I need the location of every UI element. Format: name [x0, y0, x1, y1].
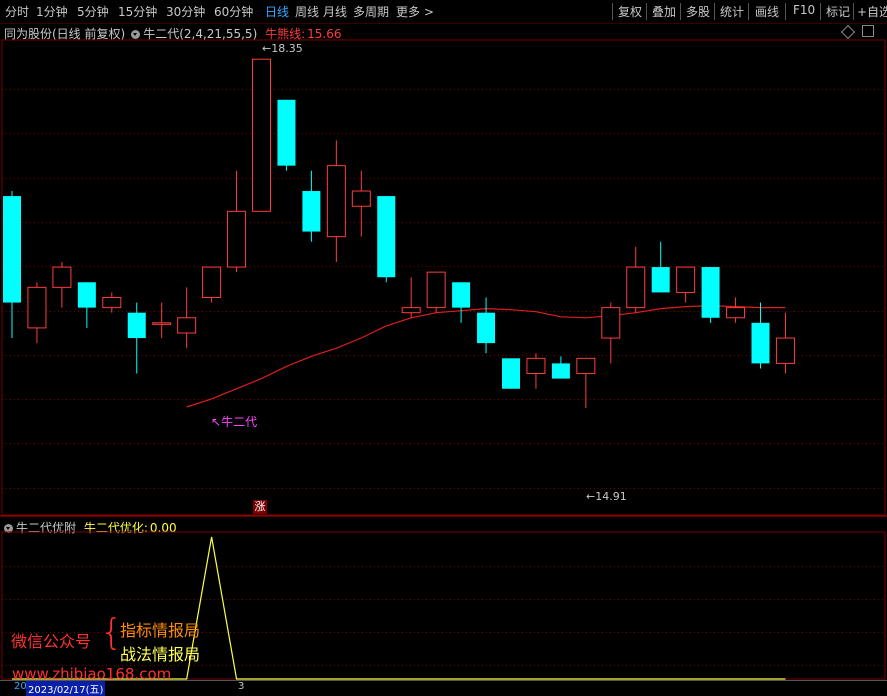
- candle-body-down: [452, 282, 471, 308]
- candle-body-up: [576, 357, 596, 375]
- candle-body-up: [601, 307, 621, 339]
- candle-body-down: [277, 99, 296, 166]
- candle-body-up: [102, 296, 122, 309]
- candle-body-up: [177, 317, 197, 334]
- candle-body-up: [351, 190, 371, 207]
- candle-body-up: [227, 210, 247, 268]
- signal-marker: ↖牛二代: [211, 415, 258, 429]
- candle-body-up: [426, 271, 446, 309]
- signal-label: 牛二代: [221, 415, 258, 429]
- candle-body-up: [152, 322, 172, 325]
- candle-body-up: [27, 286, 47, 329]
- date-axis-marker: 3: [238, 681, 245, 692]
- candle-body-down: [477, 312, 496, 344]
- candle-body-up: [775, 337, 795, 364]
- low-price-label: ←14.91: [586, 490, 627, 503]
- candle-body-down: [127, 312, 146, 339]
- candle-body-down: [502, 358, 520, 389]
- candle-body-down: [3, 196, 21, 303]
- candle-body-up: [726, 307, 746, 319]
- watermark-line2: 战法情报局: [120, 645, 201, 664]
- high-price-label: ←18.35: [262, 42, 303, 55]
- watermark-wechat: 微信公众号: [11, 632, 92, 651]
- candle-body-up: [401, 307, 421, 314]
- watermark-line1: 指标情报局: [120, 621, 201, 640]
- high-price-value: 18.35: [271, 42, 303, 55]
- candle-body-up: [676, 266, 696, 293]
- zhang-badge[interactable]: 涨: [253, 500, 267, 514]
- candle-body-down: [302, 191, 321, 232]
- candle-body-up: [326, 165, 346, 238]
- cursor-date-label: 2023/02/17(五): [26, 681, 106, 696]
- candle-body-up: [626, 266, 646, 309]
- date-axis-prefix: 20: [14, 681, 27, 692]
- candle-body-down: [377, 196, 396, 278]
- candle-body-up: [202, 266, 222, 298]
- date-axis-bar: 20 2023/02/17(五) 3: [0, 680, 887, 696]
- candle-body-down: [77, 282, 96, 308]
- candle-body-up: [252, 58, 271, 212]
- candle-body-up: [52, 266, 72, 288]
- candle-body-up: [526, 357, 546, 375]
- candle-body-down: [701, 267, 720, 318]
- candle-body-down: [651, 267, 670, 293]
- kline-chart[interactable]: [0, 0, 887, 692]
- candle-body-down: [751, 322, 770, 364]
- low-price-value: 14.91: [595, 490, 627, 503]
- candle-body-down: [551, 363, 570, 379]
